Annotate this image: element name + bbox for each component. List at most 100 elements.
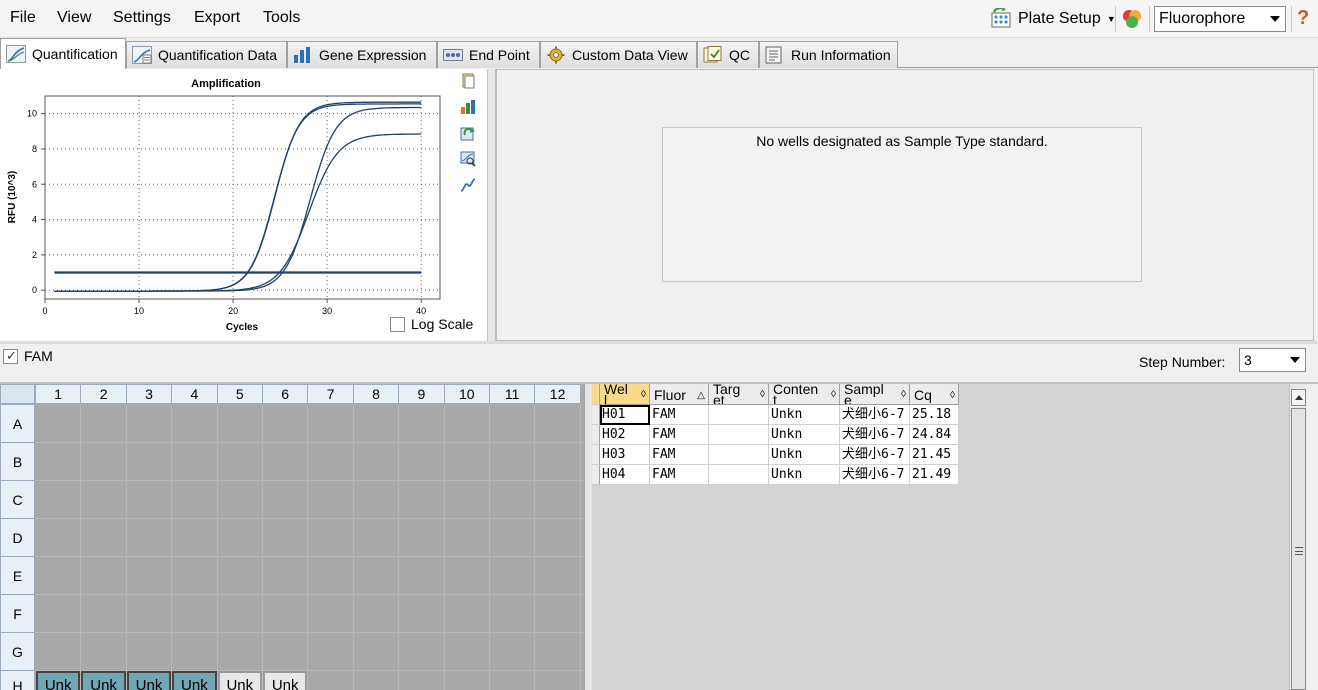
- table-corner[interactable]: [592, 384, 600, 405]
- table-header[interactable]: Targ et ◊: [709, 384, 769, 405]
- plate-well[interactable]: Unk: [172, 671, 217, 690]
- plate-column-header[interactable]: 5: [216, 384, 263, 404]
- table-cell[interactable]: Unkn: [769, 405, 840, 425]
- plate-well[interactable]: Unk: [36, 671, 81, 690]
- copy-icon[interactable]: [460, 73, 476, 89]
- tab-quantification-data[interactable]: Quantification Data: [126, 41, 287, 68]
- plate-column-header[interactable]: 6: [262, 384, 309, 404]
- table-cell[interactable]: Unkn: [769, 465, 840, 485]
- table-cell[interactable]: FAM: [650, 465, 709, 485]
- tab-qc[interactable]: QC: [697, 41, 759, 68]
- table-cell[interactable]: H03: [600, 445, 650, 465]
- plate-row-header[interactable]: F: [0, 594, 35, 633]
- table-cell[interactable]: FAM: [650, 405, 709, 425]
- plate-setup-button[interactable]: Plate Setup ▼: [990, 6, 1116, 32]
- plate-well[interactable]: Unk: [81, 671, 126, 690]
- plate-column-header[interactable]: 7: [307, 384, 354, 404]
- plate-column-header[interactable]: 11: [489, 384, 536, 404]
- menu-file[interactable]: File: [10, 9, 36, 27]
- table-cell[interactable]: 24.84: [910, 425, 959, 445]
- well-color-icon[interactable]: [1120, 8, 1144, 30]
- table-cell[interactable]: 犬细小6-7: [840, 445, 910, 465]
- plate-column-header[interactable]: 4: [171, 384, 218, 404]
- table-cell[interactable]: [709, 445, 769, 465]
- plate-column-header[interactable]: 12: [534, 384, 581, 404]
- plate-row-header[interactable]: C: [0, 480, 35, 519]
- table-cell[interactable]: 犬细小6-7: [840, 425, 910, 445]
- table-header[interactable]: Sampl e ◊: [840, 384, 910, 405]
- tab-quantification[interactable]: Quantification: [0, 38, 126, 69]
- plate-well[interactable]: Unk: [217, 671, 262, 690]
- fam-checkbox[interactable]: ✓: [3, 348, 18, 364]
- view-mode-select[interactable]: Fluorophore: [1154, 6, 1286, 32]
- scroll-thumb[interactable]: [1291, 408, 1306, 690]
- table-header[interactable]: Fluor △: [650, 384, 709, 405]
- refresh-icon[interactable]: [460, 125, 476, 141]
- table-cell[interactable]: Unkn: [769, 425, 840, 445]
- vertical-splitter[interactable]: [584, 384, 592, 690]
- scroll-up-button[interactable]: [1291, 389, 1306, 406]
- plate-well[interactable]: Unk: [126, 671, 172, 690]
- plate-row-header[interactable]: B: [0, 442, 35, 481]
- export-icon[interactable]: [460, 99, 476, 115]
- plate-column-header[interactable]: 2: [80, 384, 127, 404]
- plate-grid[interactable]: 1 2 3 4 5 6 7 8 9 10 11 12 A B C D E F G H Unk Unk Unk Unk Unk Un…: [0, 384, 584, 690]
- row-selector[interactable]: [592, 405, 600, 425]
- table-cell[interactable]: Unkn: [769, 445, 840, 465]
- tab-gene-expression[interactable]: Gene Expression: [287, 41, 437, 68]
- table-cell[interactable]: 21.49: [910, 465, 959, 485]
- row-selector[interactable]: [592, 465, 600, 485]
- sort-icon[interactable]: ◊: [831, 389, 836, 400]
- vertical-scrollbar[interactable]: [1289, 384, 1307, 690]
- table-cell[interactable]: 25.18: [910, 405, 959, 425]
- plate-row-header[interactable]: H: [0, 670, 35, 690]
- sort-icon[interactable]: ◊: [950, 389, 955, 403]
- tab-run-information[interactable]: Run Information: [759, 41, 898, 68]
- sort-icon[interactable]: △: [697, 389, 705, 403]
- sort-icon[interactable]: ◊: [901, 389, 906, 400]
- table-cell[interactable]: FAM: [650, 445, 709, 465]
- zoom-icon[interactable]: [460, 151, 476, 167]
- menu-tools[interactable]: Tools: [263, 9, 300, 27]
- table-cell[interactable]: H02: [600, 425, 650, 445]
- tab-end-point[interactable]: End Point: [437, 41, 540, 68]
- menu-view[interactable]: View: [57, 9, 91, 27]
- plate-row-header[interactable]: D: [0, 518, 35, 557]
- plate-column-header[interactable]: 9: [398, 384, 445, 404]
- menu-settings[interactable]: Settings: [113, 9, 171, 27]
- table-cell[interactable]: 犬细小6-7: [840, 405, 910, 425]
- table-cell[interactable]: H01: [600, 405, 650, 425]
- step-number-select[interactable]: 3: [1239, 348, 1306, 372]
- plate-well[interactable]: Unk: [263, 671, 308, 690]
- row-selector[interactable]: [592, 445, 600, 465]
- table-cell[interactable]: 21.45: [910, 445, 959, 465]
- log-scale-option[interactable]: Log Scale: [390, 316, 473, 332]
- curve-icon[interactable]: [460, 177, 476, 193]
- menu-export[interactable]: Export: [194, 9, 240, 27]
- plate-row-header[interactable]: G: [0, 632, 35, 671]
- table-cell[interactable]: [709, 405, 769, 425]
- row-selector[interactable]: [592, 425, 600, 445]
- amplification-chart[interactable]: 0 10 20 30 40 0 2 4 6 8 10 Amplification Cycles RFU (…: [0, 69, 487, 341]
- table-cell[interactable]: FAM: [650, 425, 709, 445]
- help-icon[interactable]: ?: [1297, 7, 1309, 30]
- plate-row-header[interactable]: E: [0, 556, 35, 595]
- sort-icon[interactable]: ◊: [641, 389, 646, 400]
- table-cell[interactable]: [709, 425, 769, 445]
- log-scale-checkbox[interactable]: [390, 316, 405, 332]
- tab-custom-data-view[interactable]: Custom Data View: [540, 41, 697, 68]
- plate-column-header[interactable]: 8: [352, 384, 400, 404]
- plate-column-header[interactable]: 3: [125, 384, 173, 404]
- plate-column-header[interactable]: 10: [443, 384, 490, 404]
- plate-corner[interactable]: [0, 384, 35, 404]
- plate-column-header[interactable]: 1: [35, 384, 82, 404]
- vertical-splitter[interactable]: [487, 69, 496, 341]
- fluorophore-filter[interactable]: ✓ FAM: [3, 348, 53, 364]
- table-cell[interactable]: [709, 465, 769, 485]
- plate-row-header[interactable]: A: [0, 404, 35, 443]
- table-cell[interactable]: 犬细小6-7: [840, 465, 910, 485]
- table-cell[interactable]: H04: [600, 465, 650, 485]
- horizontal-splitter[interactable]: [0, 341, 1318, 344]
- table-header[interactable]: Conten t ◊: [769, 384, 840, 405]
- sort-icon[interactable]: ◊: [760, 389, 765, 400]
